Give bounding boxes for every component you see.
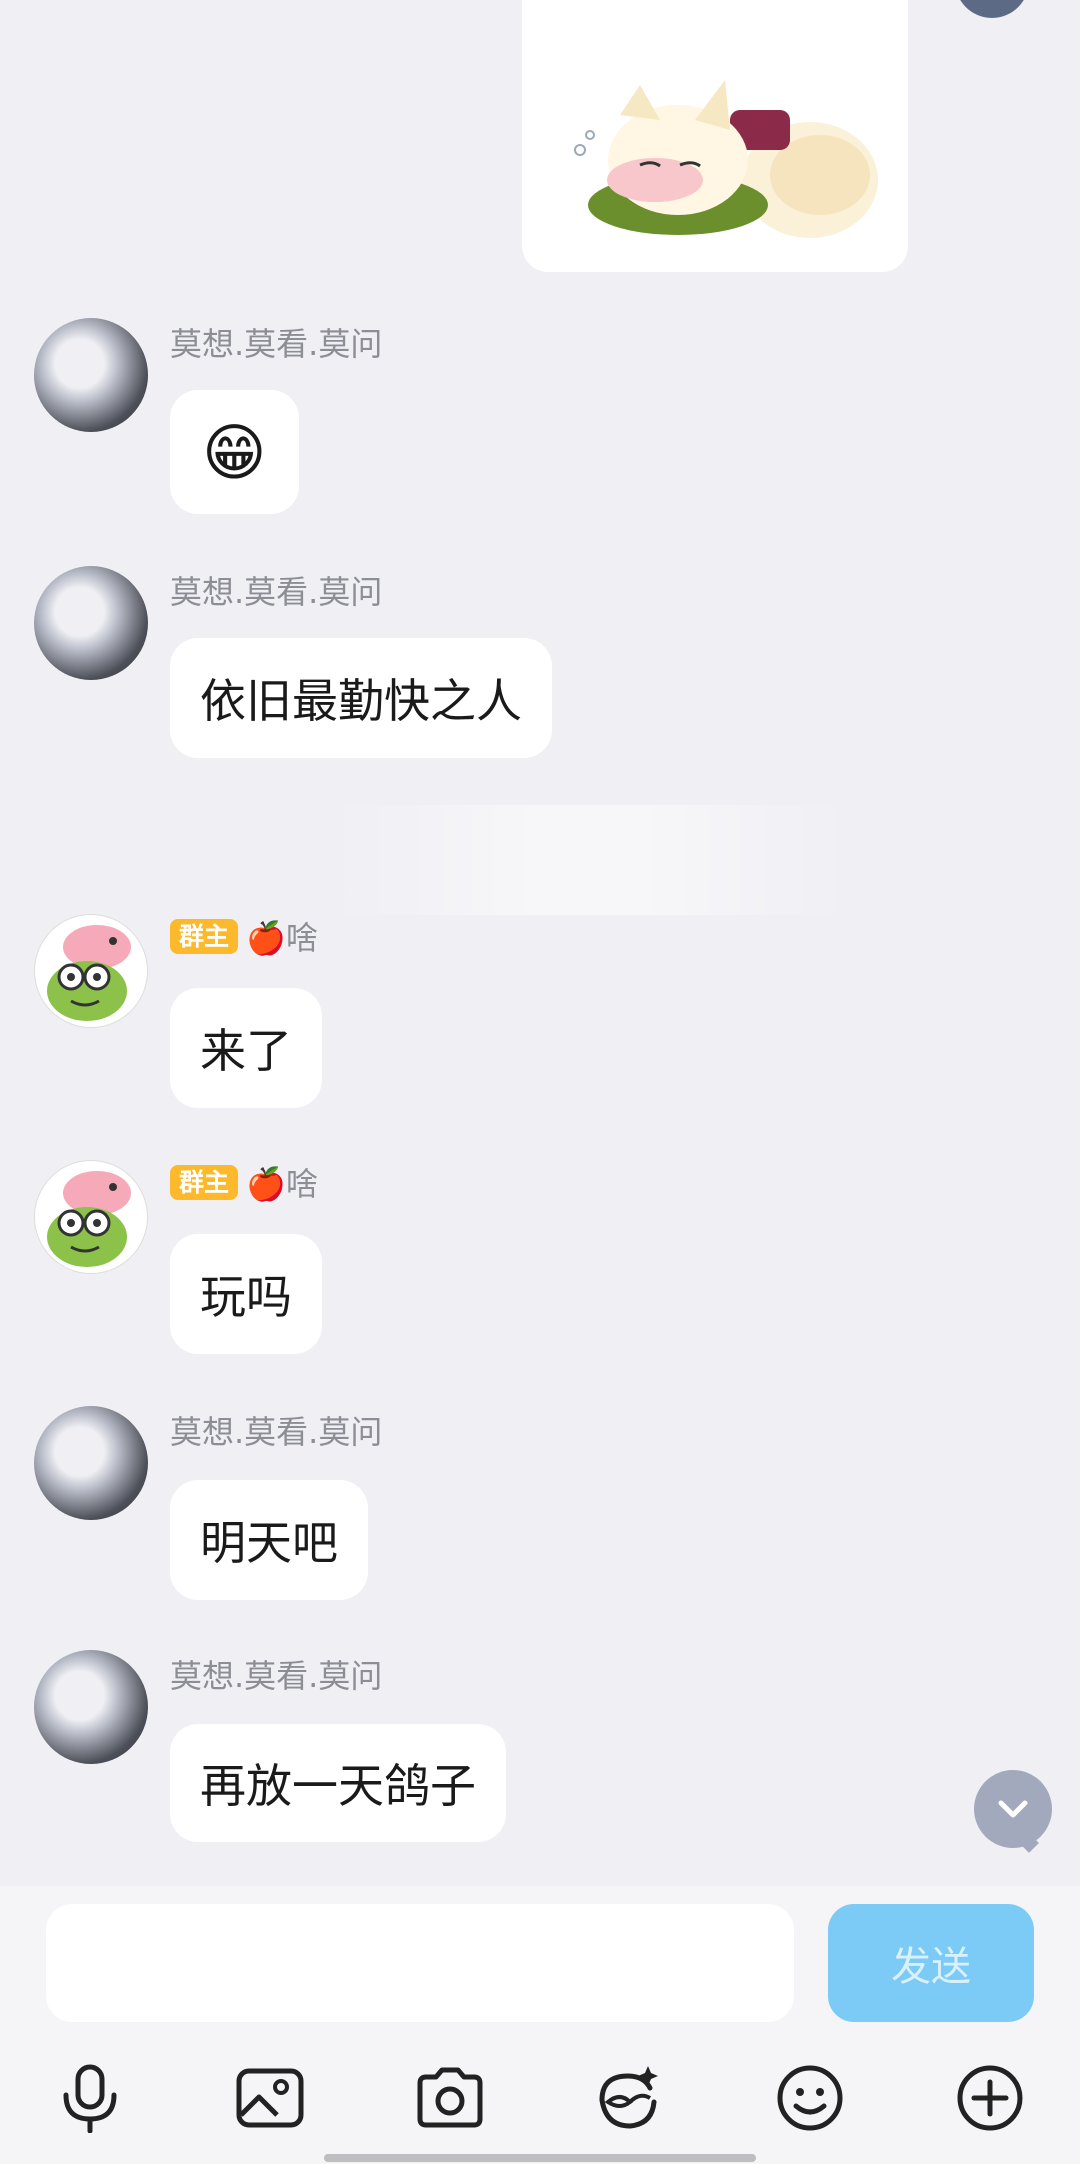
emoji-button[interactable] (768, 2056, 852, 2140)
sticker-message[interactable] (522, 0, 908, 272)
avatar[interactable] (34, 318, 148, 432)
message-text: 明天吧 (200, 1516, 338, 1570)
ai-face-button[interactable] (586, 2056, 670, 2140)
message-composer: 发送 (0, 1886, 1080, 2164)
avatar[interactable] (34, 1406, 148, 1520)
avatar[interactable] (34, 566, 148, 680)
chat-screen: 莫想.莫看.莫问 😁 莫想.莫看.莫问 依旧最勤快之人 群主 🍎啥 来了 群主 … (0, 0, 1080, 2164)
plus-icon (957, 2065, 1023, 2131)
avatar[interactable] (34, 1650, 148, 1764)
message-text: 来了 (200, 1024, 292, 1078)
fox-girl-sticker (574, 80, 878, 238)
faded-system-notice (320, 805, 860, 915)
owner-badge: 群主 (170, 918, 239, 954)
sender-name: 群主 🍎啥 (170, 914, 318, 958)
message-input[interactable] (46, 1904, 794, 2022)
message-text: 依旧最勤快之人 (200, 674, 522, 728)
sender-name: 群主 🍎啥 (170, 1160, 318, 1204)
image-button[interactable] (228, 2056, 312, 2140)
voice-button[interactable] (48, 2056, 132, 2140)
sender-name: 莫想.莫看.莫问 (170, 1652, 382, 1696)
camera-icon (417, 2067, 483, 2128)
message-text: 玩吗 (200, 1270, 292, 1324)
chevron-down-icon (998, 1800, 1028, 1818)
sender-name-text: 莫想.莫看.莫问 (170, 325, 383, 363)
message-bubble[interactable]: 来了 (170, 988, 322, 1108)
message-text: 😁 (202, 415, 267, 489)
message-bubble[interactable]: 依旧最勤快之人 (170, 638, 552, 758)
microphone-icon (63, 2064, 117, 2133)
avatar[interactable] (34, 914, 148, 1028)
more-button[interactable] (948, 2056, 1032, 2140)
sender-name-text: 莫想.莫看.莫问 (170, 1657, 383, 1695)
frog-pig-avatar-icon (47, 1171, 131, 1267)
message-text: 再放一天鸽子 (200, 1759, 476, 1813)
message-bubble[interactable]: 玩吗 (170, 1234, 322, 1354)
frog-pig-avatar-icon (47, 925, 131, 1021)
home-indicator[interactable] (324, 2154, 756, 2162)
sender-name: 莫想.莫看.莫问 (170, 568, 382, 612)
sender-name-text: 莫想.莫看.莫问 (170, 1413, 383, 1451)
send-button[interactable]: 发送 (828, 1904, 1034, 2022)
sender-name: 莫想.莫看.莫问 (170, 1408, 382, 1452)
message-bubble[interactable]: 明天吧 (170, 1480, 368, 1600)
sender-name-text: 🍎啥 (246, 919, 318, 957)
scroll-to-bottom-button[interactable] (974, 1770, 1052, 1848)
self-avatar[interactable] (955, 0, 1029, 18)
emoji-icon (777, 2065, 843, 2131)
sender-name-text: 莫想.莫看.莫问 (170, 573, 383, 611)
sender-name: 莫想.莫看.莫问 (170, 320, 382, 364)
message-bubble[interactable]: 再放一天鸽子 (170, 1724, 506, 1842)
image-icon (236, 2068, 304, 2128)
owner-badge: 群主 (170, 1164, 239, 1200)
avatar[interactable] (34, 1160, 148, 1274)
ai-face-icon (599, 2066, 658, 2129)
composer-toolbar (0, 2056, 1080, 2140)
camera-button[interactable] (408, 2056, 492, 2140)
message-bubble[interactable]: 😁 (170, 390, 299, 514)
sender-name-text: 🍎啥 (246, 1165, 318, 1203)
